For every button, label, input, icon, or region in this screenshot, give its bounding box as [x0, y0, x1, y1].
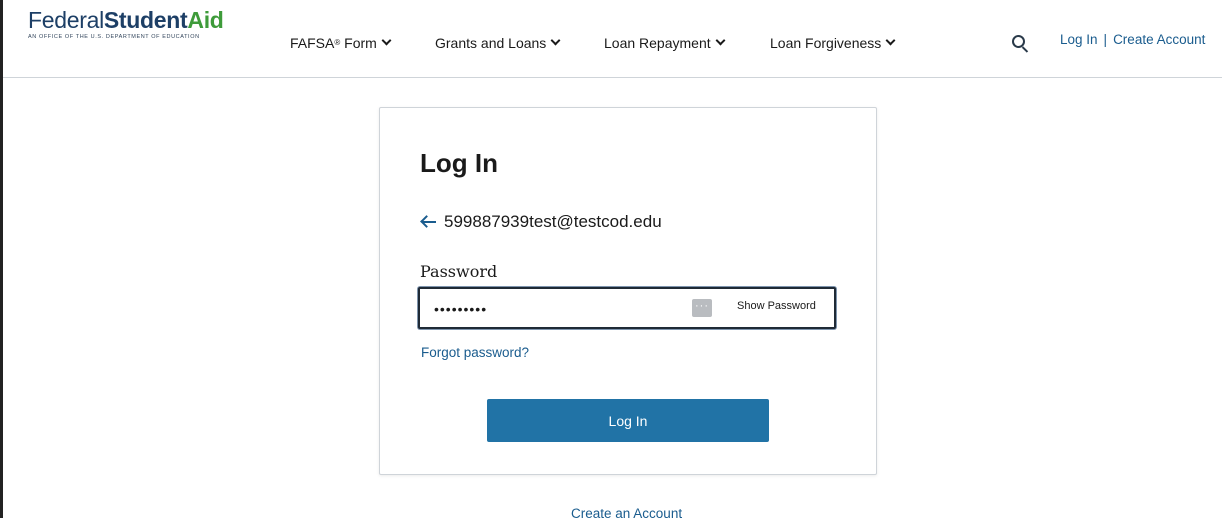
header-login-link[interactable]: Log In [1060, 32, 1098, 47]
nav-fafsa-label: FAFSA [290, 35, 335, 51]
login-card: Log In 599887939test@testcod.edu Passwor… [379, 107, 877, 475]
account-email: 599887939test@testcod.edu [444, 212, 662, 231]
page: FederalStudentAid An OFFICE of the U.S. … [0, 0, 1222, 518]
auth-links: Log In | Create Account [1060, 32, 1205, 47]
forgot-password-link[interactable]: Forgot password? [421, 345, 529, 360]
nav-grants-and-loans[interactable]: Grants and Loans [435, 33, 561, 53]
chevron-down-icon [885, 35, 896, 46]
logo-student: Student [103, 7, 188, 33]
password-label: Password [420, 262, 498, 281]
nav-forgiveness-label: Loan Forgiveness [770, 35, 882, 51]
header-create-account-link[interactable]: Create Account [1113, 32, 1205, 47]
password-field-wrapper: Show Password [418, 287, 836, 329]
create-account-link[interactable]: Create an Account [571, 506, 682, 518]
link-separator: | [1103, 32, 1108, 47]
password-manager-icon[interactable] [692, 299, 712, 317]
logo-subtitle: An OFFICE of the U.S. DEPARTMENT of EDUC… [28, 34, 200, 40]
logo-wordmark: FederalStudentAid [28, 6, 224, 34]
email-row: 599887939test@testcod.edu [420, 212, 662, 232]
nav-fafsa-suffix: Form [340, 35, 377, 51]
site-header: FederalStudentAid An OFFICE of the U.S. … [3, 0, 1222, 78]
chevron-down-icon [715, 35, 726, 46]
chevron-down-icon [550, 35, 561, 46]
logo-aid: Aid [187, 7, 224, 33]
nav-repayment-label: Loan Repayment [604, 35, 711, 51]
nav-grants-label: Grants and Loans [435, 35, 547, 51]
nav-fafsa-form[interactable]: FAFSA ® Form [290, 33, 392, 53]
show-password-button[interactable]: Show Password [737, 300, 816, 312]
chevron-down-icon [381, 35, 392, 46]
fsa-logo[interactable]: FederalStudentAid An OFFICE of the U.S. … [28, 6, 224, 40]
password-input[interactable] [434, 299, 674, 319]
nav-loan-repayment[interactable]: Loan Repayment [604, 33, 726, 53]
logo-federal: Federal [28, 7, 104, 33]
back-arrow-icon[interactable] [420, 215, 436, 229]
page-title: Log In [420, 148, 498, 178]
login-button[interactable]: Log In [487, 399, 769, 442]
search-icon[interactable] [1011, 34, 1031, 54]
nav-loan-forgiveness[interactable]: Loan Forgiveness [770, 33, 896, 53]
